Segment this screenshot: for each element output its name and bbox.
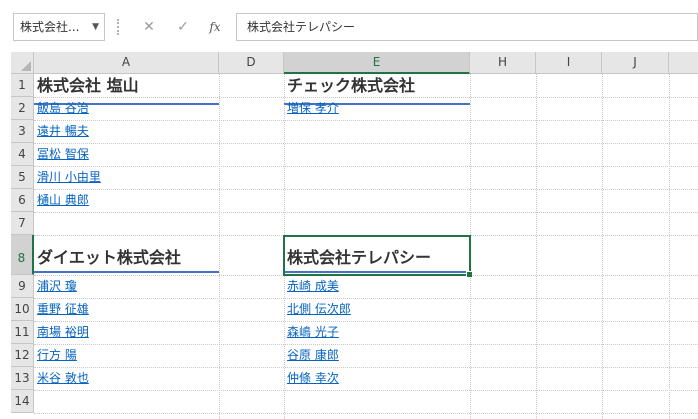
column-header-h[interactable]: H [470,52,536,74]
gridline [34,298,698,299]
insert-function-icon[interactable]: fx [202,13,228,41]
cell-a4[interactable]: 冨松 智保 [34,143,89,166]
row-header-5[interactable]: 5 [11,166,34,189]
cell-a8[interactable]: ダイエット株式会社 [34,246,219,269]
row-header-1[interactable]: 1 [11,74,34,97]
row-header-6[interactable]: 6 [11,189,34,212]
formula-input[interactable]: 株式会社テレパシー [236,13,698,41]
enter-icon[interactable]: ✓ [170,13,196,41]
gridline [34,166,698,167]
cell-a2[interactable]: 飯島 谷治 [34,97,89,120]
formula-bar-area: 株式会社... ▼ ✕ ✓ fx 株式会社テレパシー [0,0,698,52]
row-header-7[interactable]: 7 [11,212,34,235]
heading-underline [34,271,219,273]
select-all-button[interactable] [11,52,34,74]
row-header-9[interactable]: 9 [11,275,34,298]
fill-handle[interactable] [466,271,473,278]
gridline [34,390,698,391]
gridline [34,321,698,322]
cell-e11[interactable]: 森嶋 光子 [284,321,339,344]
cell-a10[interactable]: 重野 征雄 [34,298,89,321]
column-header-d[interactable]: D [219,52,284,74]
column-header-e[interactable]: E [284,52,470,74]
active-cell-selection[interactable] [283,235,473,278]
row-header-10[interactable]: 10 [11,298,34,321]
row-header-8[interactable]: 8 [11,235,34,275]
formula-bar-grip[interactable] [117,19,121,35]
cell-a11[interactable]: 南場 裕明 [34,321,89,344]
gridline [34,189,698,190]
name-box-value: 株式会社... [20,20,80,34]
cell-a13[interactable]: 米谷 敦也 [34,367,89,390]
cell-e12[interactable]: 谷原 康郎 [284,344,339,367]
cell-e9[interactable]: 赤崎 成美 [284,275,339,298]
cell-a6[interactable]: 樋山 典郎 [34,189,89,212]
row-header-14[interactable]: 14 [11,390,34,413]
cancel-icon[interactable]: ✕ [136,13,162,41]
row-header-13[interactable]: 13 [11,367,34,390]
cell-e2[interactable]: 増保 孝介 [284,97,339,120]
cell-a5[interactable]: 滑川 小由里 [34,166,101,189]
row-header-2[interactable]: 2 [11,97,34,120]
gridline [34,212,698,213]
cell-a1[interactable]: 株式会社 塩山 [34,74,219,97]
gridline [34,413,698,414]
spreadsheet-grid[interactable]: A D E H I J 1 2 3 4 5 6 7 8 9 10 11 12 1… [0,52,698,419]
row-header-3[interactable]: 3 [11,120,34,143]
row-header-4[interactable]: 4 [11,143,34,166]
gridline [34,120,698,121]
gridline [34,344,698,345]
chevron-down-icon[interactable]: ▼ [92,14,99,40]
column-header-j[interactable]: J [602,52,669,74]
row-header-11[interactable]: 11 [11,321,34,344]
row-header-12[interactable]: 12 [11,344,34,367]
cell-a12[interactable]: 行方 陽 [34,344,77,367]
cell-e13[interactable]: 仲條 幸次 [284,367,339,390]
column-header-next[interactable] [669,52,698,74]
gridline [34,367,698,368]
cell-a3[interactable]: 遠井 暢夫 [34,120,89,143]
column-header-i[interactable]: I [536,52,602,74]
name-box[interactable]: 株式会社... ▼ [13,13,105,41]
gridline [34,97,698,98]
gridline [34,143,698,144]
cell-e1[interactable]: チェック株式会社 [284,74,470,97]
column-header-a[interactable]: A [34,52,219,74]
cell-e10[interactable]: 北側 伝次郎 [284,298,351,321]
cell-a9[interactable]: 浦沢 瓊 [34,275,77,298]
